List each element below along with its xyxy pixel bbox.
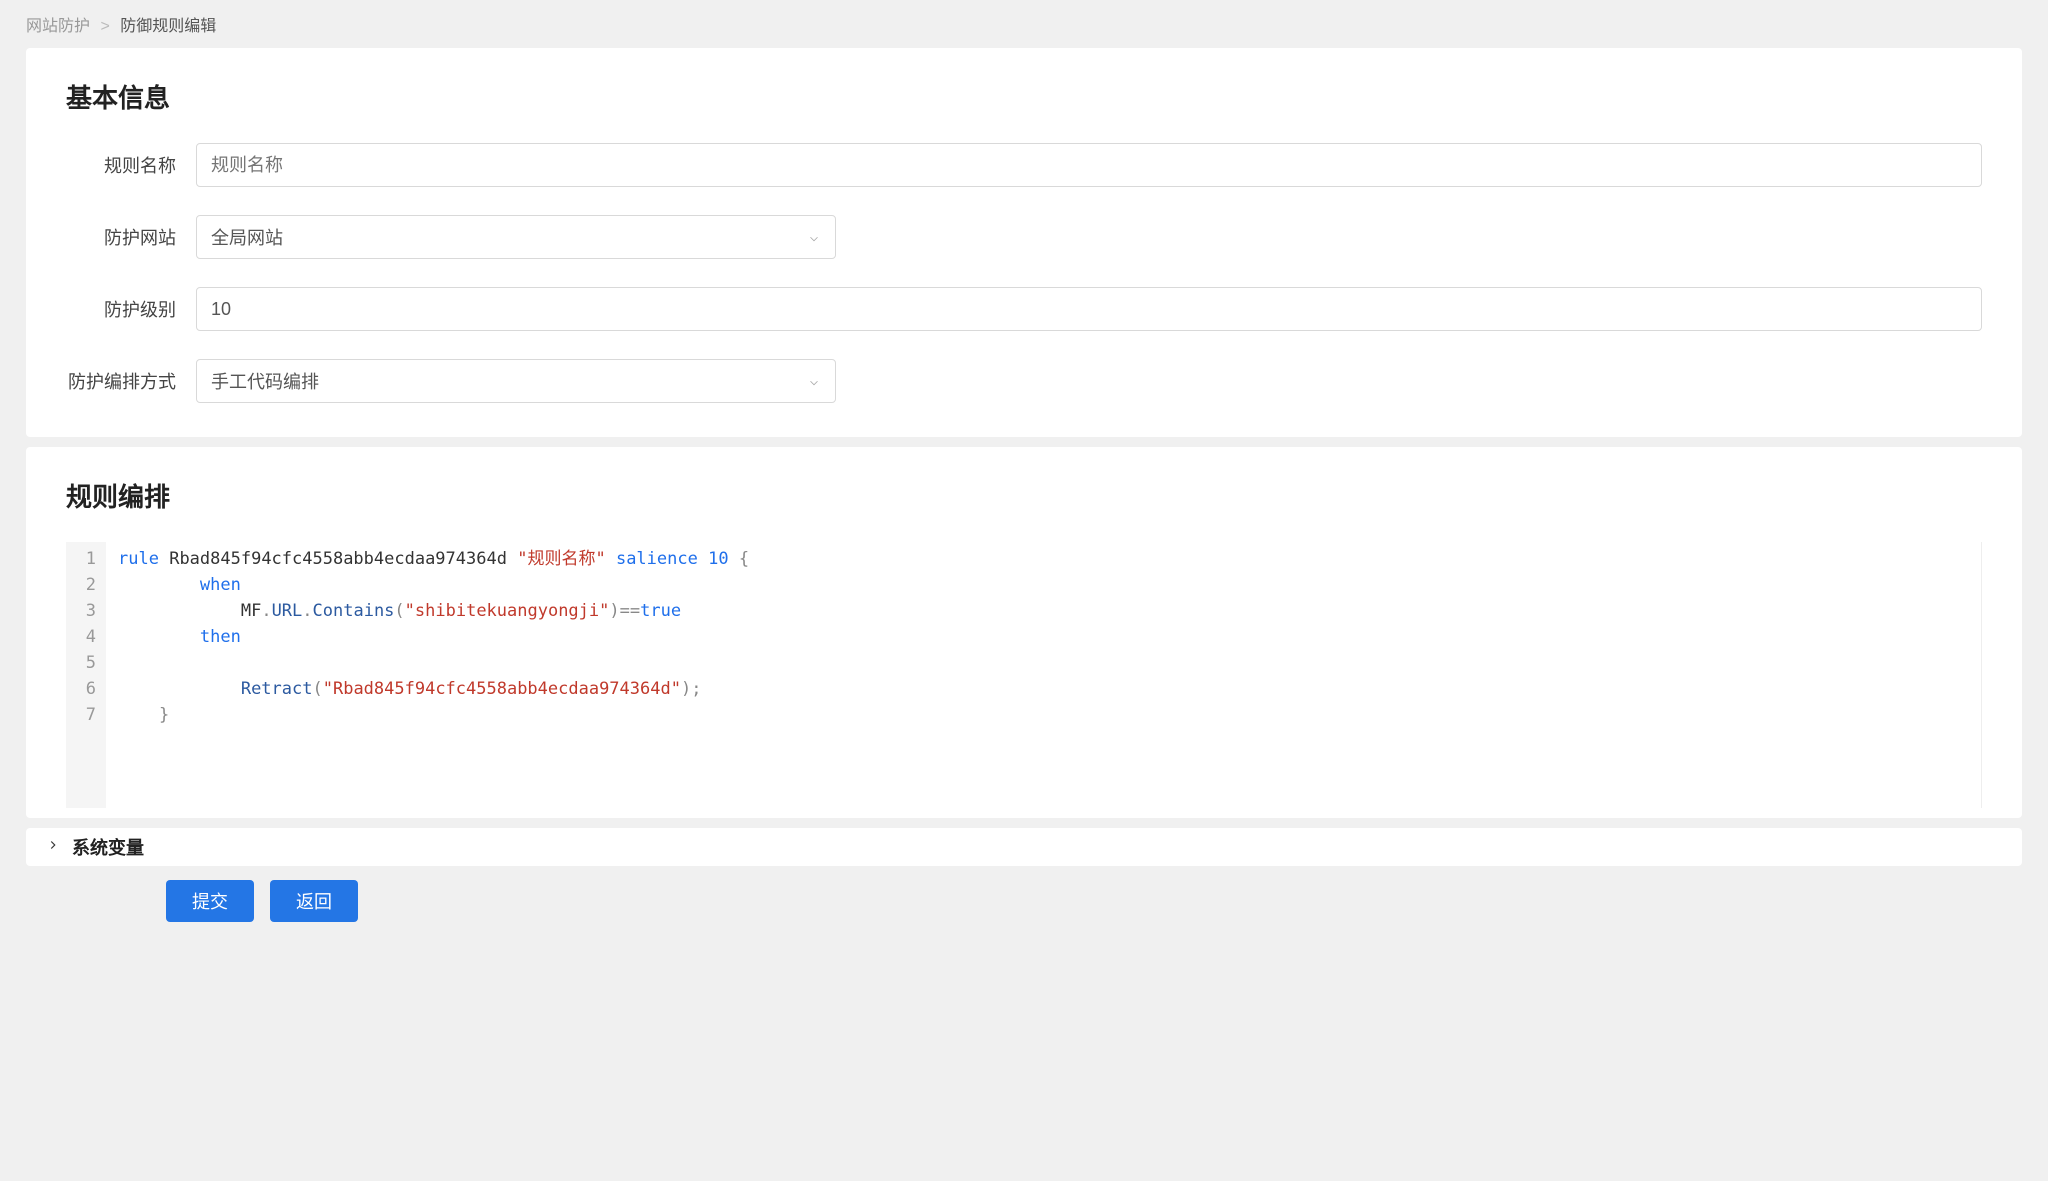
code-gutter: 1234567 — [66, 542, 106, 808]
label-mode: 防护编排方式 — [66, 368, 196, 394]
editor-card: 规则编排 1234567 rule Rbad845f94cfc4558abb4e… — [26, 447, 2022, 818]
select-site[interactable]: 全局网站 — [196, 215, 836, 259]
sysvar-title: 系统变量 — [72, 834, 144, 860]
code-content[interactable]: rule Rbad845f94cfc4558abb4ecdaa974364d "… — [106, 542, 1981, 808]
field-site: 防护网站 全局网站 — [66, 215, 1982, 259]
input-level[interactable] — [196, 287, 1982, 331]
breadcrumb-current: 防御规则编辑 — [120, 18, 216, 35]
select-site-value: 全局网站 — [211, 224, 283, 250]
chevron-down-icon — [807, 374, 821, 388]
field-rule-name: 规则名称 — [66, 143, 1982, 187]
basic-info-card: 基本信息 规则名称 防护网站 全局网站 防护级别 防护编排方式 手工代码编排 — [26, 48, 2022, 437]
breadcrumb: 网站防护 > 防御规则编辑 — [0, 0, 2048, 48]
sysvar-collapse[interactable]: 系统变量 — [26, 828, 2022, 866]
select-mode-value: 手工代码编排 — [211, 368, 319, 394]
input-rule-name[interactable] — [196, 143, 1982, 187]
chevron-down-icon — [807, 230, 821, 244]
code-editor[interactable]: 1234567 rule Rbad845f94cfc4558abb4ecdaa9… — [66, 542, 1982, 808]
button-row: 提交 返回 — [26, 880, 2022, 922]
label-level: 防护级别 — [66, 296, 196, 322]
breadcrumb-parent[interactable]: 网站防护 — [26, 18, 90, 35]
basic-info-title: 基本信息 — [66, 78, 1982, 115]
field-level: 防护级别 — [66, 287, 1982, 331]
back-button[interactable]: 返回 — [270, 880, 358, 922]
field-mode: 防护编排方式 手工代码编排 — [66, 359, 1982, 403]
chevron-right-icon — [46, 838, 60, 857]
editor-title: 规则编排 — [66, 477, 1982, 514]
select-mode[interactable]: 手工代码编排 — [196, 359, 836, 403]
breadcrumb-sep: > — [100, 18, 109, 35]
label-rule-name: 规则名称 — [66, 152, 196, 178]
submit-button[interactable]: 提交 — [166, 880, 254, 922]
label-site: 防护网站 — [66, 224, 196, 250]
